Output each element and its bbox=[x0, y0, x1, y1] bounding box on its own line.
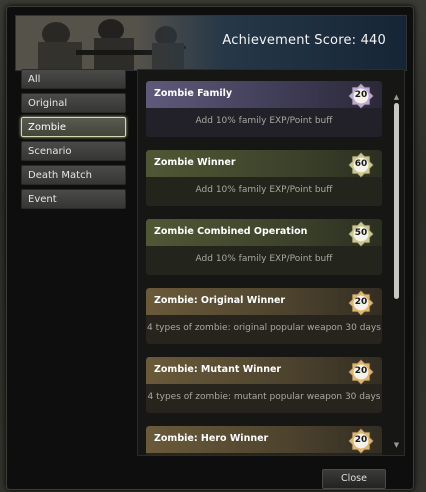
category-all[interactable]: All bbox=[21, 69, 126, 89]
point-badge-icon: 20 bbox=[348, 83, 374, 109]
badge-points: 20 bbox=[354, 297, 368, 307]
achievement-title: Zombie Family bbox=[154, 88, 233, 99]
achievement-title: Zombie: Original Winner bbox=[154, 295, 286, 306]
point-badge-icon: 20 bbox=[348, 290, 374, 316]
badge-points: 20 bbox=[354, 435, 368, 445]
category-original[interactable]: Original bbox=[21, 93, 126, 113]
achievement-title: Zombie Combined Operation bbox=[154, 226, 308, 237]
category-label: Death Match bbox=[28, 170, 92, 181]
category-label: Zombie bbox=[28, 122, 66, 133]
achievement-title: Zombie: Mutant Winner bbox=[154, 364, 282, 375]
achievement-description: Add 10% family EXP/Point buff bbox=[195, 185, 333, 195]
category-label: Original bbox=[28, 98, 68, 109]
achievement-description: 4 types of zombie: original popular weap… bbox=[147, 323, 381, 333]
point-badge-icon: 60 bbox=[348, 152, 374, 178]
category-death-match[interactable]: Death Match bbox=[21, 165, 126, 185]
achievement-banner: Achievement Score: 440 bbox=[15, 15, 407, 71]
soldiers-artwork bbox=[16, 16, 216, 70]
scroll-down-icon[interactable]: ▼ bbox=[393, 441, 400, 449]
point-badge-icon: 20 bbox=[348, 428, 374, 454]
achievement-description: Add 10% family EXP/Point buff bbox=[195, 254, 333, 264]
achievement-title: Zombie: Hero Winner bbox=[154, 433, 269, 444]
achievement-card[interactable]: Zombie Winner Add 10% family EXP/Point bu… bbox=[146, 150, 382, 206]
badge-points: 50 bbox=[354, 228, 368, 238]
achievement-description: Add 10% family EXP/Point buff bbox=[195, 116, 333, 126]
category-label: Event bbox=[28, 194, 57, 205]
scroll-thumb[interactable] bbox=[394, 103, 399, 299]
achievement-card[interactable]: Zombie: Mutant Winner 4 types of zombie: … bbox=[146, 357, 382, 413]
point-badge-icon: 20 bbox=[348, 359, 374, 385]
category-zombie[interactable]: Zombie bbox=[21, 117, 126, 137]
scroll-up-icon[interactable]: ▲ bbox=[393, 93, 400, 101]
category-label: All bbox=[28, 74, 41, 85]
achievement-card[interactable]: Zombie Family Add 10% family EXP/Point bu… bbox=[146, 81, 382, 137]
category-event[interactable]: Event bbox=[21, 189, 126, 209]
achievement-score: Achievement Score: 440 bbox=[222, 33, 386, 48]
scrollbar[interactable]: ▲ ▼ bbox=[393, 93, 400, 449]
achievement-card[interactable]: Zombie: Hero Winner 20 bbox=[146, 426, 382, 455]
badge-points: 60 bbox=[354, 159, 368, 169]
achievement-description: 4 types of zombie: mutant popular weapon… bbox=[147, 392, 381, 402]
achievement-window: Achievement Score: 440 All Original Zomb… bbox=[6, 6, 414, 490]
achievement-list[interactable]: Zombie Family Add 10% family EXP/Point bu… bbox=[137, 69, 405, 456]
achievement-title: Zombie Winner bbox=[154, 157, 236, 168]
category-scenario[interactable]: Scenario bbox=[21, 141, 126, 161]
badge-points: 20 bbox=[354, 366, 368, 376]
category-label: Scenario bbox=[28, 146, 72, 157]
close-button[interactable]: Close bbox=[322, 469, 386, 489]
badge-points: 20 bbox=[354, 90, 368, 100]
point-badge-icon: 50 bbox=[348, 221, 374, 247]
achievement-card[interactable]: Zombie: Original Winner 4 types of zombie… bbox=[146, 288, 382, 344]
achievement-card[interactable]: Zombie Combined Operation Add 10% family … bbox=[146, 219, 382, 275]
achievement-card-body bbox=[146, 453, 382, 455]
